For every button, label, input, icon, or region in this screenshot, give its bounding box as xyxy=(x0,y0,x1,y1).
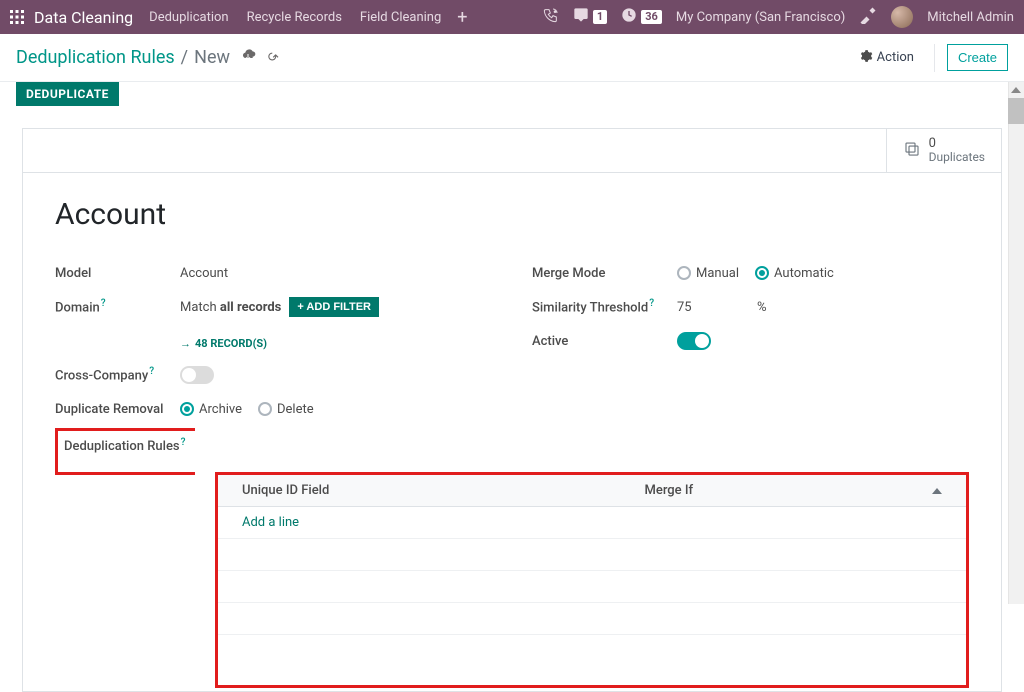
company-switcher[interactable]: My Company (San Francisco) xyxy=(676,10,845,25)
nav-recycle-records[interactable]: Recycle Records xyxy=(247,10,342,25)
create-button[interactable]: Create xyxy=(947,44,1008,71)
apps-icon[interactable] xyxy=(10,10,24,24)
radio-automatic[interactable]: Automatic xyxy=(755,266,834,281)
deduplicate-tab[interactable]: DEDUPLICATE xyxy=(16,82,119,106)
duplicates-stat-button[interactable]: 0 Duplicates xyxy=(886,129,1001,172)
label-merge-mode: Merge Mode xyxy=(532,266,677,281)
messages-badge: 1 xyxy=(593,10,607,24)
label-deduplication-rules: Deduplication Rules? xyxy=(64,439,185,454)
model-value[interactable]: Account xyxy=(180,266,228,281)
radio-manual[interactable]: Manual xyxy=(677,266,739,281)
discard-icon[interactable]: ↻ xyxy=(262,48,280,66)
voip-icon[interactable] xyxy=(543,7,559,27)
chat-icon xyxy=(573,7,589,27)
label-active: Active xyxy=(532,334,677,349)
scroll-up-icon[interactable] xyxy=(1011,85,1021,95)
label-cross-company: Cross-Company? xyxy=(55,366,180,383)
radio-archive[interactable]: Archive xyxy=(180,402,242,417)
user-name[interactable]: Mitchell Admin xyxy=(927,10,1014,25)
label-duplicate-removal: Duplicate Removal xyxy=(55,402,180,417)
cross-company-toggle[interactable] xyxy=(180,366,214,384)
add-a-line[interactable]: Add a line xyxy=(242,515,299,530)
deduplication-rules-panel: Unique ID Field Merge If Add a line xyxy=(215,472,969,688)
breadcrumb-sep: / xyxy=(181,47,188,68)
label-similarity-threshold: Similarity Threshold? xyxy=(532,298,677,315)
records-count-link[interactable]: →48 RECORD(S) xyxy=(180,337,267,350)
breadcrumb-root[interactable]: Deduplication Rules xyxy=(16,47,175,68)
duplicates-count: 0 xyxy=(929,137,985,150)
similarity-value[interactable]: 75 xyxy=(677,300,757,315)
collapse-icon[interactable] xyxy=(908,475,966,507)
table-row xyxy=(218,603,966,635)
domain-summary: Match all records xyxy=(180,300,281,315)
active-toggle[interactable] xyxy=(677,332,711,350)
col-merge-if: Merge If xyxy=(620,475,908,507)
breadcrumb-current: New xyxy=(194,47,230,68)
add-menu-icon[interactable]: + xyxy=(457,7,467,28)
duplicates-icon xyxy=(903,140,921,162)
debug-icon[interactable] xyxy=(859,6,877,28)
table-row xyxy=(218,539,966,571)
scrollbar-thumb[interactable] xyxy=(1008,98,1024,124)
messages-button[interactable]: 1 xyxy=(573,7,607,27)
clock-icon xyxy=(621,7,637,27)
add-filter-button[interactable]: + ADD FILTER xyxy=(289,297,379,317)
activities-badge: 36 xyxy=(641,10,662,24)
label-model: Model xyxy=(55,266,180,281)
nav-deduplication[interactable]: Deduplication xyxy=(149,10,228,25)
form-sheet: 0 Duplicates Account Model Account Domai… xyxy=(22,128,1002,692)
radio-delete[interactable]: Delete xyxy=(258,402,314,417)
nav-field-cleaning[interactable]: Field Cleaning xyxy=(360,10,441,25)
col-unique-id-field: Unique ID Field xyxy=(218,475,620,507)
table-row: Add a line xyxy=(218,507,966,539)
user-avatar[interactable] xyxy=(891,6,913,28)
action-label: Action xyxy=(877,50,914,65)
similarity-unit: % xyxy=(757,300,767,315)
app-title: Data Cleaning xyxy=(34,8,133,27)
save-icon[interactable] xyxy=(240,49,256,67)
record-title[interactable]: Account xyxy=(55,197,969,232)
scrollbar[interactable] xyxy=(1008,82,1024,604)
duplicates-label: Duplicates xyxy=(929,150,985,164)
activities-button[interactable]: 36 xyxy=(621,7,662,27)
label-domain: Domain? xyxy=(55,298,180,315)
gear-icon xyxy=(859,49,873,67)
table-row xyxy=(218,571,966,603)
action-menu[interactable]: Action xyxy=(859,49,914,67)
